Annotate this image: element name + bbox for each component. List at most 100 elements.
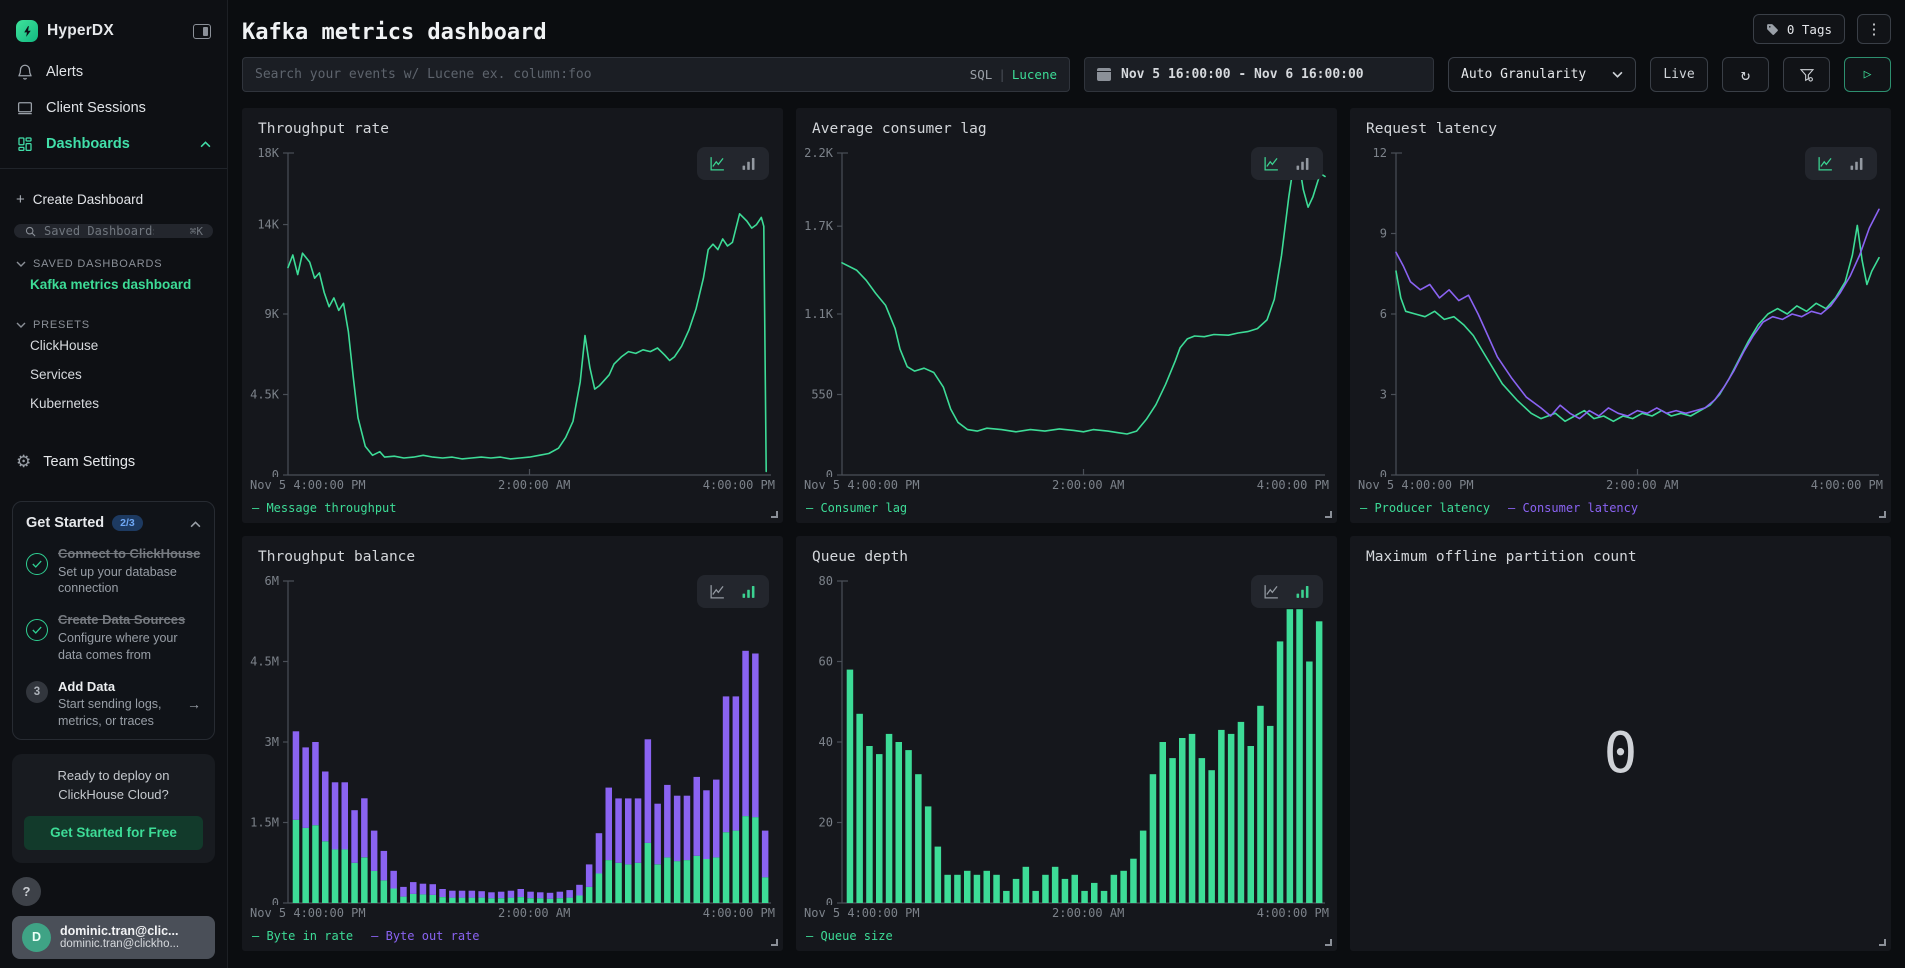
chart-type-toggle[interactable] xyxy=(697,147,769,180)
filter-button[interactable] xyxy=(1783,57,1830,92)
event-search-input[interactable] xyxy=(255,67,960,82)
chevron-up-icon[interactable] xyxy=(200,136,211,152)
dashboards-grid-icon xyxy=(16,135,34,153)
line-chart-icon[interactable] xyxy=(1263,155,1280,172)
sidebar-item-kafka-dashboard[interactable]: Kafka metrics dashboard xyxy=(0,270,227,299)
sidebar-item-team-settings[interactable]: ⚙ Team Settings xyxy=(0,444,227,479)
lucene-mode-toggle[interactable]: Lucene xyxy=(1012,67,1057,82)
gear-icon: ⚙ xyxy=(16,453,31,470)
get-started-card: Get Started 2/3 Connect to ClickHouse Se… xyxy=(12,501,215,740)
svg-text:20: 20 xyxy=(819,816,833,830)
resize-handle[interactable] xyxy=(771,939,778,946)
sidebar-item-services[interactable]: Services xyxy=(0,360,227,389)
bar-chart-icon[interactable] xyxy=(1294,155,1311,172)
chart-type-toggle[interactable] xyxy=(1805,147,1877,180)
deploy-line1: Ready to deploy on xyxy=(57,768,169,783)
section-saved-dashboards[interactable]: SAVED DASHBOARDS xyxy=(0,258,227,270)
resize-handle[interactable] xyxy=(1879,511,1886,518)
sidebar-item-dashboards[interactable]: Dashboards xyxy=(0,126,227,162)
x-tick-label: Nov 5 4:00:00 PM xyxy=(250,906,366,920)
bar-chart-icon[interactable] xyxy=(1848,155,1865,172)
chart-type-toggle[interactable] xyxy=(697,575,769,608)
chart-legend: — Byte in rate — Byte out rate xyxy=(242,920,783,943)
resize-handle[interactable] xyxy=(1325,939,1332,946)
chart-canvas[interactable]: 2.2K1.7K1.1K5500 xyxy=(796,143,1337,477)
legend-item[interactable]: — Queue size xyxy=(806,929,893,943)
more-options-button[interactable]: ⋮ xyxy=(1857,14,1891,44)
time-range-picker[interactable]: Nov 5 16:00:00 - Nov 6 16:00:00 xyxy=(1084,57,1434,92)
svg-text:9: 9 xyxy=(1380,227,1387,241)
chart-legend: — Message throughput xyxy=(242,492,783,515)
create-dashboard-button[interactable]: + Create Dashboard xyxy=(0,181,227,218)
step-add-data[interactable]: 3 Add Data Start sending logs, metrics, … xyxy=(26,678,201,730)
legend-item[interactable]: — Producer latency xyxy=(1360,501,1490,515)
app-name: HyperDX xyxy=(47,22,114,40)
chart-type-toggle[interactable] xyxy=(1251,575,1323,608)
chart-title: Throughput balance xyxy=(242,536,783,571)
chart-canvas[interactable]: 806040200 xyxy=(796,571,1337,905)
resize-handle[interactable] xyxy=(771,511,778,518)
refresh-button[interactable]: ↻ xyxy=(1722,57,1769,92)
chart-title: Throughput rate xyxy=(242,108,783,143)
resize-handle[interactable] xyxy=(1325,511,1332,518)
user-menu[interactable]: D dominic.tran@clic... dominic.tran@clic… xyxy=(12,916,215,959)
x-tick-label: 4:00:00 PM xyxy=(1257,478,1329,492)
chart-title: Request latency xyxy=(1350,108,1891,143)
chart-canvas[interactable]: 18K14K9K4.5K0 xyxy=(242,143,783,477)
legend-item[interactable]: — Byte in rate xyxy=(252,929,353,943)
help-button[interactable]: ? xyxy=(12,877,41,906)
panel-queue-depth: Queue depth 806040200 Nov 5 4:00:00 PM2:… xyxy=(796,536,1337,951)
line-chart-icon[interactable] xyxy=(709,155,726,172)
section-presets[interactable]: PRESETS xyxy=(0,319,227,331)
event-search-box[interactable]: SQL|Lucene xyxy=(242,57,1070,92)
svg-text:14K: 14K xyxy=(257,218,279,232)
run-query-button[interactable]: ▷ xyxy=(1844,57,1891,92)
live-button[interactable]: Live xyxy=(1650,57,1708,92)
svg-text:4.5K: 4.5K xyxy=(250,388,280,402)
avatar: D xyxy=(22,923,51,952)
sidebar-item-alerts[interactable]: Alerts xyxy=(0,54,227,90)
saved-dashboards-search-input[interactable] xyxy=(44,224,154,238)
chevron-up-icon[interactable] xyxy=(190,515,201,531)
step-connect-clickhouse[interactable]: Connect to ClickHouse Set up your databa… xyxy=(26,545,201,597)
tag-icon xyxy=(1766,23,1779,36)
bar-chart-icon[interactable] xyxy=(740,155,757,172)
get-started-free-button[interactable]: Get Started for Free xyxy=(24,816,203,850)
x-tick-label: Nov 5 4:00:00 PM xyxy=(804,906,920,920)
chart-title: Average consumer lag xyxy=(796,108,1337,143)
page-title: Kafka metrics dashboard xyxy=(242,20,547,45)
sidebar-item-label: Alerts xyxy=(46,64,83,80)
chart-title: Maximum offline partition count xyxy=(1350,536,1891,571)
hyperdx-logo xyxy=(16,20,38,42)
line-chart-icon[interactable] xyxy=(1817,155,1834,172)
resize-handle[interactable] xyxy=(1879,939,1886,946)
sidebar-item-kubernetes[interactable]: Kubernetes xyxy=(0,389,227,418)
legend-item[interactable]: — Message throughput xyxy=(252,501,397,515)
line-chart-icon[interactable] xyxy=(709,583,726,600)
x-axis-labels: Nov 5 4:00:00 PM2:00:00 AM4:00:00 PM xyxy=(796,477,1337,492)
main-content: Kafka metrics dashboard 0 Tags ⋮ SQL|Luc… xyxy=(228,0,1905,968)
refresh-icon: ↻ xyxy=(1741,67,1751,83)
bar-chart-icon[interactable] xyxy=(1294,583,1311,600)
calendar-icon xyxy=(1097,68,1111,81)
legend-item[interactable]: — Consumer latency xyxy=(1508,501,1638,515)
line-chart-icon[interactable] xyxy=(1263,583,1280,600)
bar-chart-icon[interactable] xyxy=(740,583,757,600)
chart-canvas[interactable]: 6M4.5M3M1.5M0 xyxy=(242,571,783,905)
chart-canvas[interactable]: 129630 xyxy=(1350,143,1891,477)
tags-button[interactable]: 0 Tags xyxy=(1753,14,1845,44)
chevron-down-icon xyxy=(16,261,26,267)
saved-dashboards-search[interactable]: ⌘K xyxy=(14,224,213,238)
granularity-select[interactable]: Auto Granularity xyxy=(1448,57,1636,92)
collapse-sidebar-icon[interactable] xyxy=(193,24,211,39)
step-create-data-sources[interactable]: Create Data Sources Configure where your… xyxy=(26,611,201,663)
sidebar-item-client-sessions[interactable]: Client Sessions xyxy=(0,90,227,126)
get-started-title: Get Started xyxy=(26,515,104,531)
chart-type-toggle[interactable] xyxy=(1251,147,1323,180)
sidebar-item-clickhouse[interactable]: ClickHouse xyxy=(0,331,227,360)
section-label: SAVED DASHBOARDS xyxy=(33,258,162,270)
sql-mode-toggle[interactable]: SQL xyxy=(970,67,993,82)
legend-item[interactable]: — Consumer lag xyxy=(806,501,907,515)
divider xyxy=(0,168,227,169)
legend-item[interactable]: — Byte out rate xyxy=(371,929,479,943)
